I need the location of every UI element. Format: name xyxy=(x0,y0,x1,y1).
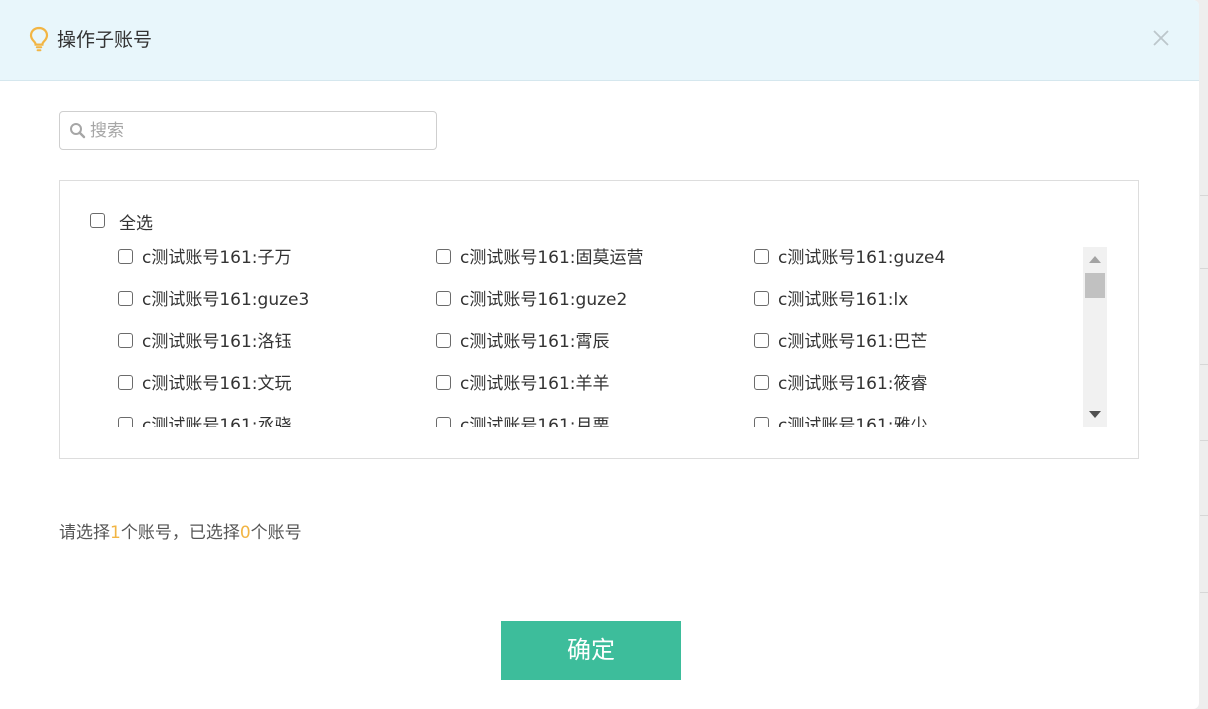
summary-suffix: 个账号 xyxy=(250,523,302,543)
account-label: c测试账号161:guze4 xyxy=(778,248,946,268)
account-item[interactable]: c测试账号161:guze4 xyxy=(752,245,1052,271)
account-checkbox[interactable] xyxy=(118,375,133,390)
account-checkbox[interactable] xyxy=(436,249,451,264)
close-icon[interactable] xyxy=(1151,28,1171,48)
selected-count: 0 xyxy=(239,523,251,543)
summary-prefix: 请选择 xyxy=(59,523,110,543)
account-label: c测试账号161:丞骁 xyxy=(142,416,292,427)
account-item[interactable]: c测试账号161:子万 xyxy=(116,245,416,271)
account-checkbox[interactable] xyxy=(436,375,451,390)
account-label: c测试账号161:巴芒 xyxy=(778,332,928,352)
account-item[interactable]: c测试账号161:筱睿 xyxy=(752,371,1052,397)
account-item[interactable]: c测试账号161:丞骁 xyxy=(116,413,416,427)
account-item[interactable]: c测试账号161:lx xyxy=(752,287,1052,313)
scroll-up-arrow-icon[interactable] xyxy=(1089,256,1101,263)
account-label: c测试账号161:guze3 xyxy=(142,290,310,310)
account-checkbox[interactable] xyxy=(754,249,769,264)
account-label: c测试账号161:lx xyxy=(778,290,909,310)
select-all-label: 全选 xyxy=(119,214,153,234)
account-label: c测试账号161:羊羊 xyxy=(460,374,610,394)
search-box xyxy=(59,111,437,150)
backdrop-divider xyxy=(1200,364,1208,365)
select-all-checkbox[interactable] xyxy=(90,213,105,228)
confirm-button[interactable]: 确定 xyxy=(501,621,681,680)
scroll-thumb[interactable] xyxy=(1085,273,1105,298)
account-label: c测试账号161:月栗 xyxy=(460,416,610,427)
sub-account-dialog: 操作子账号 全选 c测试账号161:子万 c测试账号161:固莫运营 xyxy=(0,0,1199,709)
account-label: c测试账号161:子万 xyxy=(142,248,292,268)
account-list-panel: 全选 c测试账号161:子万 c测试账号161:固莫运营 c测试账号161:gu… xyxy=(59,180,1139,459)
account-label: c测试账号161:文玩 xyxy=(142,374,292,394)
account-label: c测试账号161:雅少 xyxy=(778,416,928,427)
list-scrollbar[interactable] xyxy=(1083,247,1107,427)
account-item[interactable]: c测试账号161:巴芒 xyxy=(752,329,1052,355)
backdrop-divider xyxy=(1200,195,1208,196)
dialog-title: 操作子账号 xyxy=(57,29,153,51)
account-label: c测试账号161:固莫运营 xyxy=(460,248,644,268)
account-item[interactable]: c测试账号161:羊羊 xyxy=(434,371,734,397)
scroll-down-arrow-icon[interactable] xyxy=(1089,411,1101,418)
account-checkbox[interactable] xyxy=(754,291,769,306)
account-item[interactable]: c测试账号161:文玩 xyxy=(116,371,416,397)
account-item[interactable]: c测试账号161:洛钰 xyxy=(116,329,416,355)
account-checkbox[interactable] xyxy=(436,291,451,306)
search-icon xyxy=(70,123,86,139)
account-checkbox[interactable] xyxy=(118,249,133,264)
required-count: 1 xyxy=(110,523,121,543)
account-checkbox[interactable] xyxy=(436,333,451,348)
account-item[interactable]: c测试账号161:月栗 xyxy=(434,413,734,427)
account-label: c测试账号161:霄辰 xyxy=(460,332,610,352)
account-item[interactable]: c测试账号161:guze3 xyxy=(116,287,416,313)
account-item[interactable]: c测试账号161:霄辰 xyxy=(434,329,734,355)
account-label: c测试账号161:洛钰 xyxy=(142,332,292,352)
account-label: c测试账号161:guze2 xyxy=(460,290,628,310)
account-checkbox[interactable] xyxy=(754,375,769,390)
account-item[interactable]: c测试账号161:固莫运营 xyxy=(434,245,734,271)
account-checkbox[interactable] xyxy=(754,417,769,427)
account-checkbox[interactable] xyxy=(118,417,133,427)
account-item[interactable]: c测试账号161:guze2 xyxy=(434,287,734,313)
account-list: c测试账号161:子万 c测试账号161:固莫运营 c测试账号161:guze4… xyxy=(116,245,1081,427)
summary-middle: 个账号，已选择 xyxy=(120,523,240,543)
backdrop-divider xyxy=(1200,515,1208,516)
dialog-header: 操作子账号 xyxy=(0,0,1199,81)
account-checkbox[interactable] xyxy=(754,333,769,348)
account-checkbox[interactable] xyxy=(436,417,451,427)
account-item[interactable]: c测试账号161:雅少 xyxy=(752,413,1052,427)
selection-summary: 请选择1个账号，已选择0个账号 xyxy=(59,521,302,545)
account-checkbox[interactable] xyxy=(118,291,133,306)
backdrop-divider xyxy=(1200,268,1208,269)
lightbulb-icon xyxy=(29,26,49,52)
search-input[interactable] xyxy=(90,112,425,149)
backdrop-divider xyxy=(1200,592,1208,593)
backdrop-divider xyxy=(1200,440,1208,441)
account-checkbox[interactable] xyxy=(118,333,133,348)
account-label: c测试账号161:筱睿 xyxy=(778,374,928,394)
